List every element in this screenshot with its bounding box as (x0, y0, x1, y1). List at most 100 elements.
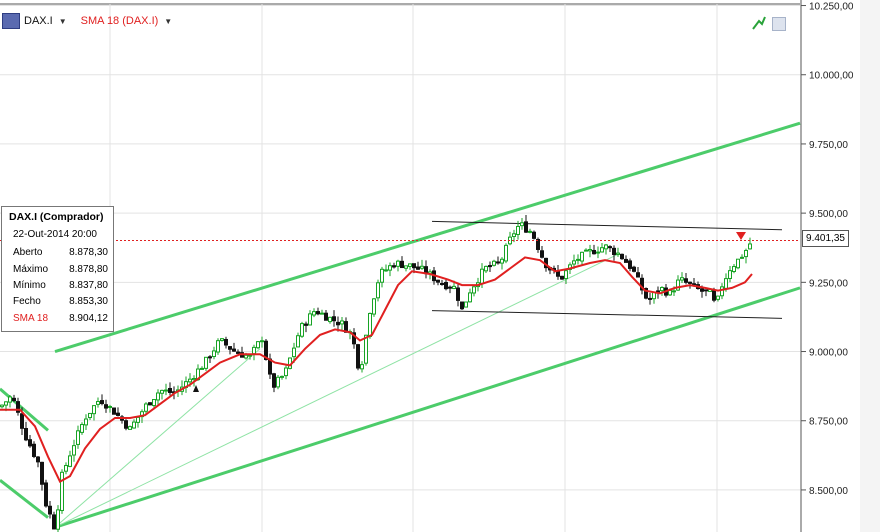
candle-body (608, 246, 612, 249)
candle-body (648, 297, 652, 300)
symbol-label[interactable]: DAX.I (24, 15, 53, 27)
candle-body (48, 505, 52, 515)
candle-body (296, 335, 300, 348)
candle-body (480, 268, 484, 284)
candle-body (584, 249, 588, 252)
candle-body (404, 265, 408, 269)
info-sma-value: 8.904,12 (69, 313, 108, 324)
candle-body (204, 356, 208, 369)
candle-body (212, 350, 216, 357)
ohlc-info-panel: DAX.I (Comprador) 22-Out-2014 20:00 Aber… (1, 206, 114, 332)
candle-body (108, 405, 112, 408)
candle-body (64, 465, 68, 472)
candle-body (460, 301, 464, 310)
candle-body (636, 272, 640, 278)
candle-body (692, 283, 696, 286)
y-tick-label: 9.500,00 (809, 209, 848, 220)
candle-body (168, 387, 172, 393)
candle-body (560, 275, 564, 280)
candle-body (728, 270, 732, 279)
candle-body (632, 266, 636, 272)
candle-body (188, 378, 192, 383)
candle-body (112, 407, 116, 415)
candle-body (40, 461, 44, 485)
chart-symbol-icon (2, 13, 20, 29)
candle-body (68, 455, 72, 467)
candle-body (676, 279, 680, 291)
candle-body (244, 354, 248, 359)
candle-body (44, 482, 48, 507)
candle-body (300, 323, 304, 337)
candle-body (612, 247, 616, 255)
candle-body (216, 340, 220, 353)
candle-body (564, 270, 568, 280)
candle-body (684, 278, 688, 283)
price-chart[interactable]: 10.250,00 10.000,00 9.750,00 9.500,00 9.250,… (0, 0, 880, 532)
candle-body (224, 338, 228, 346)
chart-background (0, 0, 880, 532)
chevron-down-icon[interactable]: ▼ (164, 17, 172, 26)
candle-body (576, 258, 580, 261)
candle-body (256, 341, 260, 349)
candle-body (328, 316, 332, 323)
candle-body (136, 416, 140, 423)
trend-tool-icon[interactable] (752, 16, 766, 30)
info-low-label: Mínimo (13, 280, 46, 291)
candle-body (736, 258, 740, 269)
candle-body (312, 311, 316, 316)
chevron-down-icon[interactable]: ▼ (59, 17, 67, 26)
candle-body (132, 421, 136, 429)
candle-body (520, 222, 524, 227)
candle-body (448, 286, 452, 289)
info-close-value: 8.853,30 (69, 296, 108, 307)
candle-body (316, 311, 320, 315)
candle-body (52, 514, 56, 530)
right-margin (860, 0, 880, 532)
candle-body (36, 456, 40, 463)
indicator-label[interactable]: SMA 18 (DAX.I) (81, 15, 159, 27)
candle-body (620, 253, 624, 260)
candle-body (616, 252, 620, 255)
window-icon[interactable] (772, 17, 786, 31)
y-tick-label: 10.250,00 (809, 2, 854, 13)
info-datetime: 22-Out-2014 20:00 (13, 229, 97, 240)
candle-body (60, 471, 64, 511)
candle-body (628, 260, 632, 269)
candle-body (124, 420, 128, 429)
y-tick-label: 10.000,00 (809, 71, 854, 82)
candle-body (148, 402, 152, 406)
candle-body (436, 279, 440, 283)
candle-body (376, 282, 380, 299)
candle-body (156, 392, 160, 401)
candle-body (716, 295, 720, 300)
candle-body (524, 221, 528, 233)
info-open-label: Aberto (13, 247, 43, 258)
candle-body (200, 367, 204, 370)
candle-body (96, 401, 100, 405)
candle-body (364, 334, 368, 364)
candle-body (672, 290, 676, 293)
info-title: DAX.I (Comprador) (9, 211, 104, 223)
candle-body (516, 225, 520, 235)
candle-body (724, 278, 728, 289)
candle-body (468, 292, 472, 303)
candle-body (56, 509, 60, 530)
candle-body (500, 258, 504, 264)
candle-body (412, 263, 416, 269)
candle-body (152, 399, 156, 407)
candle-body (528, 230, 532, 233)
candle-body (304, 323, 308, 326)
candle-body (8, 396, 12, 403)
candle-body (496, 261, 500, 264)
candle-body (600, 247, 604, 253)
candle-body (572, 260, 576, 265)
candle-body (488, 265, 492, 268)
candle-body (748, 243, 752, 250)
candle-body (164, 389, 168, 392)
candle-body (624, 258, 628, 263)
candle-body (464, 301, 468, 308)
y-tick-label: 8.750,00 (809, 417, 848, 428)
candle-body (532, 231, 536, 239)
candle-body (232, 348, 236, 352)
candle-body (408, 263, 412, 267)
